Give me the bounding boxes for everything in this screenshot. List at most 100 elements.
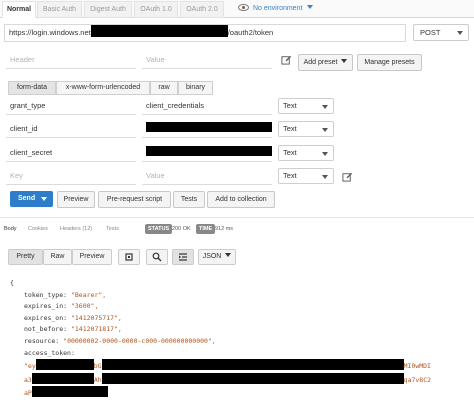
json-value: "1412075717", <box>70 313 122 322</box>
format-button[interactable] <box>172 249 194 265</box>
key-placeholder: Key <box>10 171 23 180</box>
json-line: token_type: "Bearer", <box>10 290 431 302</box>
body-type-raw[interactable]: raw <box>150 81 178 95</box>
tab-oauth2[interactable]: OAuth 2.0 <box>180 1 224 18</box>
json-line: not_before: "1412071817", <box>10 324 431 336</box>
json-key: access_token: <box>24 348 75 357</box>
form-value-grant-type[interactable]: client_credentials <box>142 97 272 115</box>
form-value-client-id[interactable] <box>142 120 272 138</box>
redaction-block <box>146 146 272 156</box>
json-line: access_token: <box>10 348 431 360</box>
tab-digest-auth[interactable]: Digest Auth <box>84 1 132 18</box>
manage-presets-button[interactable]: Manage presets <box>357 54 422 71</box>
value-placeholder: Value <box>146 55 165 64</box>
resp-tab-tests[interactable]: Tests <box>106 226 119 232</box>
json-key: expires_on: <box>24 313 68 322</box>
json-key: resource: <box>24 336 60 345</box>
time-value: 912 ms <box>215 226 234 232</box>
token-fragment: qa7v8C2 <box>403 375 432 384</box>
format-select[interactable]: JSON <box>198 249 236 265</box>
method-select[interactable]: POST <box>413 24 469 41</box>
token-line: aP <box>10 386 431 400</box>
value-placeholder: Value <box>146 171 165 180</box>
add-to-collection-button[interactable]: Add to collection <box>207 191 275 208</box>
redaction-block <box>35 359 94 371</box>
json-key: expires_in: <box>24 302 68 311</box>
time-badge: TIME <box>196 224 216 234</box>
chevron-down-icon <box>41 197 47 201</box>
environment-selector[interactable]: No environment <box>238 2 314 15</box>
form-type-select[interactable]: Text <box>278 145 334 161</box>
redaction-block <box>31 386 108 398</box>
resp-tab-cookies[interactable]: Cookies <box>28 226 48 232</box>
form-key-client-id[interactable]: client_id <box>6 120 136 138</box>
url-input[interactable]: https://login.windows.net/oauth2/token <box>4 24 406 42</box>
json-line: resource: "00000002-0000-0000-c000-00000… <box>10 336 431 348</box>
header-key-input[interactable]: Header <box>6 51 136 69</box>
form-value-new[interactable]: Value <box>142 167 272 185</box>
add-preset-button[interactable]: Add preset <box>298 54 353 71</box>
token-fragment: "ey <box>24 362 36 371</box>
redaction-block <box>90 25 228 37</box>
tab-normal[interactable]: Normal <box>2 1 36 18</box>
search-icon <box>152 252 162 262</box>
token-fragment: aP <box>24 389 32 398</box>
type-label: Text <box>283 171 297 180</box>
token-line: "ey bG MI0wMDI <box>10 359 431 373</box>
json-value: "1412071817", <box>70 325 122 334</box>
body-type-form-data[interactable]: form-data <box>8 81 56 95</box>
form-key-new[interactable]: Key <box>6 167 136 185</box>
pre-request-script-button[interactable]: Pre-request script <box>98 191 171 208</box>
token-fragment: MI0wMDI <box>403 362 431 371</box>
body-type-binary[interactable]: binary <box>178 81 213 95</box>
tests-button[interactable]: Tests <box>173 191 205 208</box>
json-line: expires_in: "3600", <box>10 301 431 313</box>
chevron-down-icon <box>322 105 328 109</box>
type-label: Text <box>283 148 297 157</box>
resp-tab-headers[interactable]: Headers (12) <box>60 226 92 232</box>
url-prefix: https://login.windows.net <box>9 28 91 37</box>
status-badge: STATUS <box>145 224 173 234</box>
tab-basic-auth[interactable]: Basic Auth <box>37 1 82 18</box>
json-value: "Bearer", <box>70 290 107 299</box>
preview-view-button[interactable]: Preview <box>72 249 112 265</box>
token-line: a3 Ah qa7v8C2 <box>10 372 432 387</box>
wrap-toggle-button[interactable] <box>118 249 140 265</box>
chevron-down-icon <box>322 128 328 132</box>
preview-button[interactable]: Preview <box>57 191 95 208</box>
form-key-grant-type[interactable]: grant_type <box>6 97 136 115</box>
bulk-edit-icon[interactable] <box>342 171 353 182</box>
json-open-brace: { <box>10 279 14 287</box>
search-button[interactable] <box>146 249 168 265</box>
json-value: "3600", <box>70 302 99 311</box>
redaction-block <box>101 359 404 371</box>
chevron-down-icon <box>322 152 328 156</box>
indent-icon <box>179 253 187 261</box>
token-fragment: bG <box>93 362 102 371</box>
chevron-down-icon <box>225 253 232 257</box>
json-key: not_before: <box>24 325 68 334</box>
pretty-button[interactable]: Pretty <box>8 249 43 265</box>
form-key-client-secret[interactable]: client_secret <box>6 144 136 162</box>
divider <box>0 217 474 218</box>
type-label: Text <box>283 101 297 110</box>
raw-button[interactable]: Raw <box>43 249 72 265</box>
redaction-block <box>146 122 272 132</box>
bulk-edit-icon[interactable] <box>281 54 292 65</box>
form-type-select[interactable]: Text <box>278 121 334 137</box>
type-label: Text <box>283 124 297 133</box>
url-suffix: /oauth2/token <box>227 28 274 37</box>
token-fragment: a3 <box>24 375 32 384</box>
body-type-urlencoded[interactable]: x-www-form-urlencoded <box>56 81 150 95</box>
form-type-select[interactable]: Text <box>278 168 334 184</box>
resp-tab-body[interactable]: Body <box>4 226 17 232</box>
send-button[interactable]: Send <box>10 191 53 207</box>
add-preset-label: Add preset <box>303 59 338 66</box>
redaction-block <box>101 372 404 384</box>
form-value-client-secret[interactable] <box>142 144 272 162</box>
header-value-input[interactable]: Value <box>142 51 272 69</box>
tab-oauth1[interactable]: OAuth 1.0 <box>134 1 178 18</box>
chevron-down-icon <box>307 5 314 9</box>
response-body: { token_type: "Bearer", expires_in: "360… <box>10 278 431 400</box>
form-type-select[interactable]: Text <box>278 98 334 114</box>
